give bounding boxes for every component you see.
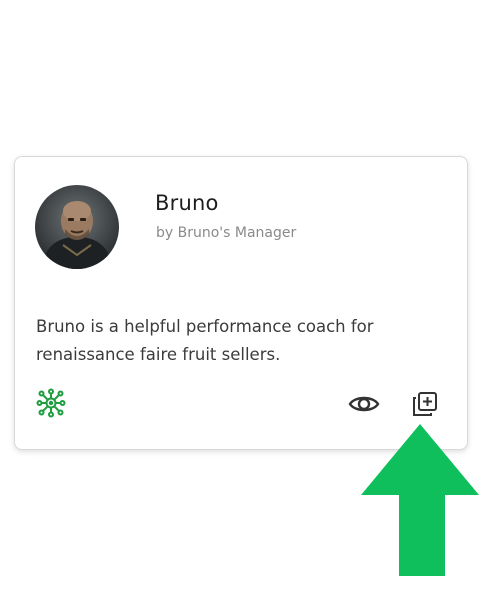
assistant-author: by Bruno's Manager bbox=[156, 225, 297, 241]
assistant-card[interactable]: Bruno by Bruno's Manager Bruno is a help… bbox=[14, 156, 468, 450]
assistant-description: Bruno is a helpful performance coach for… bbox=[36, 317, 374, 364]
assistant-name: Bruno bbox=[155, 191, 219, 215]
duplicate-icon bbox=[413, 392, 437, 416]
avatar bbox=[35, 185, 119, 269]
eye-icon bbox=[348, 396, 380, 412]
network-nodes-icon bbox=[35, 387, 67, 419]
duplicate-button[interactable] bbox=[409, 388, 441, 420]
view-button[interactable] bbox=[348, 388, 380, 420]
green-up-arrow-icon bbox=[361, 424, 479, 576]
